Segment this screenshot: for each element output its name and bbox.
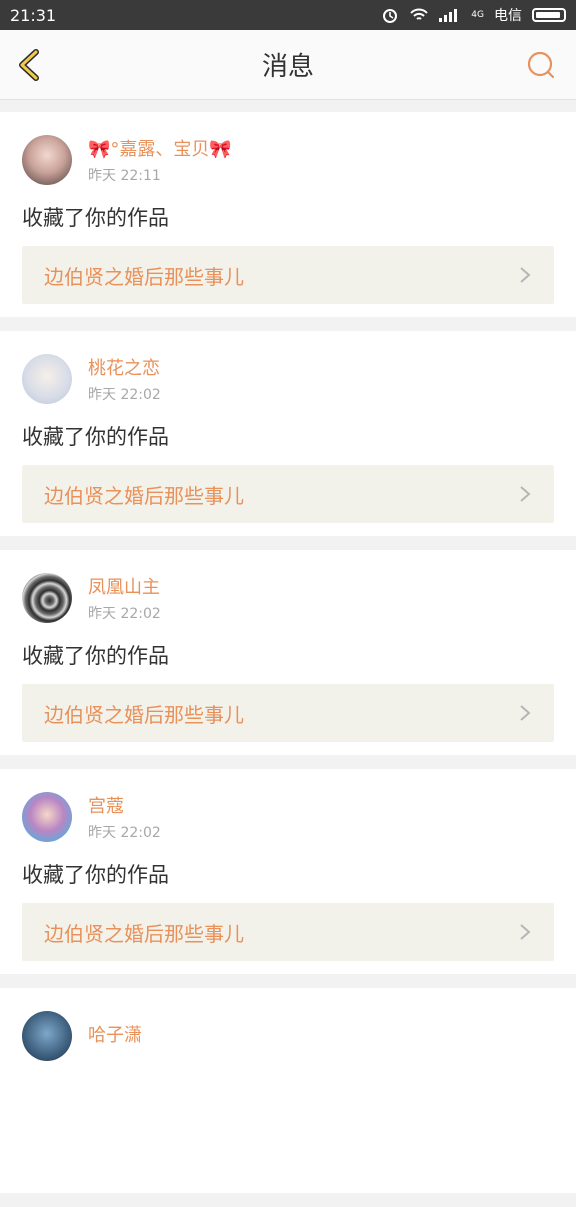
notification-card: 宫蔻 昨天 22:02 收藏了你的作品 边伯贤之婚后那些事儿 bbox=[0, 769, 576, 974]
username[interactable]: 🎀°嘉露、宝贝🎀 bbox=[88, 135, 232, 161]
user-meta: 凤凰山主 昨天 22:02 bbox=[88, 573, 161, 623]
notification-list: 🎀°嘉露、宝贝🎀 昨天 22:11 收藏了你的作品 边伯贤之婚后那些事儿 桃花之… bbox=[0, 112, 576, 1207]
back-button[interactable] bbox=[12, 48, 46, 82]
alarm-icon bbox=[381, 6, 399, 24]
notification-card: 桃花之恋 昨天 22:02 收藏了你的作品 边伯贤之婚后那些事儿 bbox=[0, 331, 576, 536]
chevron-left-icon bbox=[19, 49, 39, 81]
notification-header: 哈子潇 bbox=[22, 1008, 554, 1064]
nav-bar: 消息 bbox=[0, 30, 576, 100]
battery-icon bbox=[532, 8, 566, 22]
action-text: 收藏了你的作品 bbox=[22, 206, 169, 230]
timestamp: 昨天 22:02 bbox=[88, 387, 161, 403]
signal-icon bbox=[439, 8, 461, 22]
wifi-icon bbox=[409, 7, 429, 23]
status-bar: 21:31 4G 电信 bbox=[0, 0, 576, 30]
work-title: 边伯贤之婚后那些事儿 bbox=[44, 702, 244, 727]
username[interactable]: 凤凰山主 bbox=[88, 573, 161, 599]
chevron-right-icon bbox=[520, 705, 531, 721]
timestamp: 昨天 22:11 bbox=[88, 168, 161, 184]
chevron-right-icon bbox=[520, 924, 531, 940]
timestamp: 昨天 22:02 bbox=[88, 825, 161, 841]
work-title: 边伯贤之婚后那些事儿 bbox=[44, 483, 244, 508]
notification-header: 桃花之恋 昨天 22:02 bbox=[22, 351, 554, 407]
username[interactable]: 宫蔻 bbox=[88, 792, 161, 818]
action-text: 收藏了你的作品 bbox=[22, 425, 169, 449]
chevron-right-icon bbox=[520, 267, 531, 283]
user-meta: 哈子潇 bbox=[88, 1021, 142, 1051]
username[interactable]: 桃花之恋 bbox=[88, 354, 161, 380]
user-meta: 桃花之恋 昨天 22:02 bbox=[88, 354, 161, 404]
status-time: 21:31 bbox=[10, 5, 57, 25]
timestamp: 昨天 22:02 bbox=[88, 606, 161, 622]
search-button[interactable] bbox=[526, 50, 556, 80]
page-title: 消息 bbox=[261, 52, 314, 82]
notification-header: 凤凰山主 昨天 22:02 bbox=[22, 570, 554, 626]
status-icons: 4G 电信 bbox=[381, 5, 566, 25]
network-type: 4G bbox=[471, 10, 484, 20]
notification-header: 🎀°嘉露、宝贝🎀 昨天 22:11 bbox=[22, 132, 554, 188]
work-title: 边伯贤之婚后那些事儿 bbox=[44, 264, 244, 289]
avatar[interactable] bbox=[22, 135, 72, 185]
avatar[interactable] bbox=[22, 1011, 72, 1061]
user-meta: 🎀°嘉露、宝贝🎀 昨天 22:11 bbox=[88, 135, 232, 185]
notification-card: 凤凰山主 昨天 22:02 收藏了你的作品 边伯贤之婚后那些事儿 bbox=[0, 550, 576, 755]
work-title: 边伯贤之婚后那些事儿 bbox=[44, 921, 244, 946]
carrier-label: 电信 bbox=[494, 8, 522, 24]
work-link[interactable]: 边伯贤之婚后那些事儿 bbox=[22, 903, 554, 961]
avatar[interactable] bbox=[22, 354, 72, 404]
work-link[interactable]: 边伯贤之婚后那些事儿 bbox=[22, 246, 554, 304]
avatar[interactable] bbox=[22, 792, 72, 842]
notification-header: 宫蔻 昨天 22:02 bbox=[22, 789, 554, 845]
username[interactable]: 哈子潇 bbox=[88, 1021, 142, 1047]
avatar[interactable] bbox=[22, 573, 72, 623]
work-link[interactable]: 边伯贤之婚后那些事儿 bbox=[22, 465, 554, 523]
action-text: 收藏了你的作品 bbox=[22, 863, 169, 887]
user-meta: 宫蔻 昨天 22:02 bbox=[88, 792, 161, 842]
work-link[interactable]: 边伯贤之婚后那些事儿 bbox=[22, 684, 554, 742]
action-text: 收藏了你的作品 bbox=[22, 644, 169, 668]
notification-card: 哈子潇 bbox=[0, 988, 576, 1193]
search-icon bbox=[527, 51, 555, 79]
notification-card: 🎀°嘉露、宝贝🎀 昨天 22:11 收藏了你的作品 边伯贤之婚后那些事儿 bbox=[0, 112, 576, 317]
chevron-right-icon bbox=[520, 486, 531, 502]
